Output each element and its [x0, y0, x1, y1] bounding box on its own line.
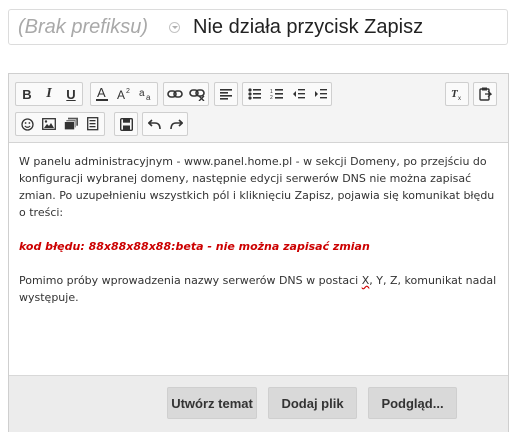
numbered-list-icon[interactable]: 12: [265, 83, 287, 105]
chevron-down-icon[interactable]: [169, 22, 180, 33]
svg-text:2: 2: [270, 95, 273, 100]
toolbar-group-align: [214, 82, 238, 106]
error-message-text: kod błędu: 88x88x88x88:beta - nie można …: [19, 240, 370, 253]
toolbar-group-save: [114, 112, 138, 136]
indent-icon[interactable]: [309, 83, 331, 105]
prefix-select[interactable]: (Brak prefiksu): [18, 16, 148, 39]
remove-format-icon[interactable]: Tx: [446, 83, 468, 105]
preview-button[interactable]: Podgląd...: [368, 387, 457, 419]
unlink-icon[interactable]: [186, 83, 208, 105]
editor-footer: Utwórz temat Dodaj plik Podgląd...: [9, 375, 508, 432]
template-icon[interactable]: [82, 113, 104, 135]
gallery-icon[interactable]: [60, 113, 82, 135]
superscript-icon[interactable]: A2: [113, 83, 135, 105]
svg-text:A: A: [97, 86, 106, 100]
toolbar-group-basic: B I U: [15, 82, 83, 106]
toolbar-group-history: [142, 112, 188, 136]
editor-content-area[interactable]: W panelu administracyjnym - www.panel.ho…: [9, 143, 508, 375]
svg-text:a: a: [146, 93, 151, 101]
toolbar-group-format: Tx: [445, 82, 469, 106]
add-file-button[interactable]: Dodaj plik: [268, 387, 357, 419]
image-icon[interactable]: [38, 113, 60, 135]
svg-text:A: A: [117, 88, 125, 101]
save-icon[interactable]: [115, 113, 137, 135]
underline-icon[interactable]: U: [60, 83, 82, 105]
align-left-icon[interactable]: [215, 83, 237, 105]
body-paragraph: Pomimo próby wprowadzenia nazwy serwerów…: [19, 272, 499, 306]
redo-icon[interactable]: [165, 113, 187, 135]
body-text: Pomimo próby wprowadzenia nazwy serwerów…: [19, 274, 362, 287]
toolbar-group-lists: 12: [242, 82, 332, 106]
topic-title-bar: (Brak prefiksu): [8, 9, 508, 45]
outdent-icon[interactable]: [287, 83, 309, 105]
toolbar-group-paste: [473, 82, 497, 106]
bulleted-list-icon[interactable]: [243, 83, 265, 105]
bold-icon[interactable]: B: [16, 83, 38, 105]
link-icon[interactable]: [164, 83, 186, 105]
svg-text:2: 2: [126, 88, 130, 95]
create-topic-button[interactable]: Utwórz temat: [167, 387, 257, 419]
text-color-icon[interactable]: A: [91, 83, 113, 105]
smiley-icon[interactable]: [16, 113, 38, 135]
subscript-icon[interactable]: aa: [135, 83, 157, 105]
toolbar-group-media: [15, 112, 105, 136]
undo-icon[interactable]: [143, 113, 165, 135]
body-paragraph: W panelu administracyjnym - www.panel.ho…: [19, 155, 495, 219]
toolbar-group-font: A A2 aa: [90, 82, 158, 106]
svg-text:a: a: [139, 88, 145, 99]
editor-toolbar: B I U A A2 aa 1 2 T x: [9, 74, 508, 143]
italic-icon[interactable]: I: [38, 83, 60, 105]
toolbar-group-link: [163, 82, 209, 106]
paste-icon[interactable]: [474, 83, 496, 105]
topic-title-input[interactable]: [193, 14, 503, 40]
rich-text-editor: B I U A A2 aa 1 2 T x W panelu administr…: [8, 73, 509, 432]
svg-text:x: x: [458, 96, 461, 101]
